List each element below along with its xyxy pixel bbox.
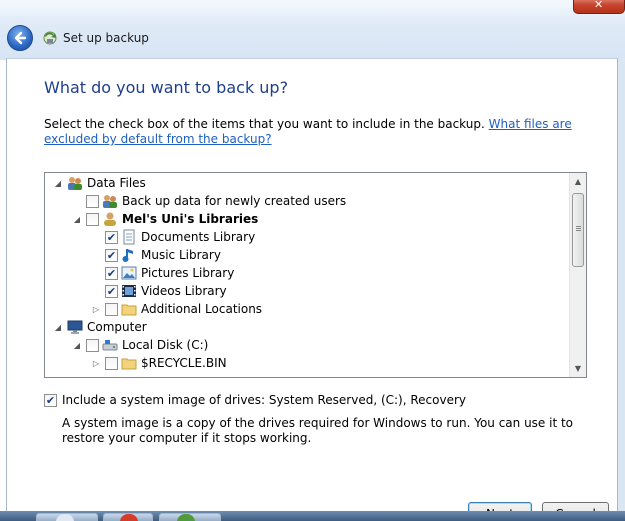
close-icon: ✕ <box>594 0 604 11</box>
backup-app-icon <box>41 30 59 46</box>
videos-library-icon <box>121 283 137 299</box>
tree-item-label: Computer <box>87 320 147 334</box>
expanded-arrow-icon[interactable]: ◢ <box>53 178 63 188</box>
taskbar-browser-icon <box>120 514 138 521</box>
documents-library-icon <box>121 229 137 245</box>
system-image-label: Include a system image of drives: System… <box>62 393 467 407</box>
tree-item[interactable]: ✔ Pictures Library <box>91 264 234 282</box>
backup-items-tree[interactable]: ◢ Data Files Back up data for newly create… <box>44 172 587 378</box>
tree-item[interactable]: Back up data for newly created users <box>72 192 346 210</box>
tree-item-checkbox[interactable] <box>86 212 99 226</box>
pictures-library-icon <box>121 265 137 281</box>
window-title: Set up backup <box>63 31 149 45</box>
tree-item-label: Data Files <box>87 176 146 190</box>
taskbar-backup-icon <box>177 514 195 521</box>
scroll-thumb[interactable] <box>572 193 584 267</box>
scroll-down-icon[interactable]: ▼ <box>570 360 586 377</box>
tree-item[interactable]: ◢ Data Files <box>53 174 146 192</box>
tree-item-checkbox[interactable]: ✔ <box>105 230 118 244</box>
window-frame-right <box>618 58 625 521</box>
window-titlebar <box>0 0 625 60</box>
collapsed-arrow-icon[interactable]: ▷ <box>91 304 101 314</box>
tree-item-checkbox[interactable] <box>86 194 99 208</box>
titlebar-glass <box>0 0 625 16</box>
tree-item-label: $RECYCLE.BIN <box>141 356 227 370</box>
tree-item[interactable]: ▷ $RECYCLE.BIN <box>91 354 227 372</box>
folder-icon <box>121 355 137 371</box>
instruction-label: Select the check box of the items that y… <box>44 117 485 131</box>
scroll-up-icon[interactable]: ▲ <box>570 173 586 190</box>
instruction-text: Select the check box of the items that y… <box>44 117 604 147</box>
tree-item-label: Back up data for newly created users <box>122 194 347 208</box>
tree-item-label: Pictures Library <box>141 266 235 280</box>
tree-item[interactable]: ◢ Computer <box>53 318 147 336</box>
taskbar-explorer-icon <box>56 514 74 521</box>
computer-icon <box>67 319 83 335</box>
tree-scrollbar[interactable]: ▲ ▼ <box>569 173 586 377</box>
page-title: What do you want to back up? <box>44 78 289 97</box>
tree-item-label: Videos Library <box>141 284 227 298</box>
folder-icon <box>121 301 137 317</box>
back-arrow-icon <box>14 31 27 45</box>
tree-item[interactable]: ◢ Mel's Uni's Libraries <box>72 210 258 228</box>
tree-item[interactable]: ✔ Music Library <box>91 246 221 264</box>
tree-item-label: Mel's Uni's Libraries <box>122 212 259 226</box>
expanded-arrow-icon[interactable]: ◢ <box>72 214 82 224</box>
tree-item-checkbox[interactable] <box>105 302 118 316</box>
expanded-arrow-icon[interactable]: ◢ <box>72 340 82 350</box>
tree-item-checkbox[interactable]: ✔ <box>105 266 118 280</box>
tree-item-checkbox[interactable]: ✔ <box>105 284 118 298</box>
system-image-option[interactable]: ✔ Include a system image of drives: Syst… <box>44 393 466 407</box>
tree-item-checkbox[interactable] <box>86 338 99 352</box>
close-button[interactable]: ✕ <box>573 0 625 14</box>
expanded-arrow-icon[interactable]: ◢ <box>53 322 63 332</box>
tree-item[interactable]: ✔ Documents Library <box>91 228 255 246</box>
tree-item-label: Documents Library <box>141 230 256 244</box>
system-image-checkbox[interactable]: ✔ <box>44 393 57 407</box>
users-icon <box>67 175 83 191</box>
tree-item-checkbox[interactable] <box>105 356 118 370</box>
collapsed-arrow-icon[interactable]: ▷ <box>91 358 101 368</box>
user-icon <box>102 211 118 227</box>
tree-item-label: Additional Locations <box>141 302 263 316</box>
users-icon <box>102 193 118 209</box>
tree-item-label: Local Disk (C:) <box>122 338 209 352</box>
back-button[interactable] <box>7 25 33 51</box>
tree-item[interactable]: ◢ Local Disk (C:) <box>72 336 208 354</box>
system-image-description: A system image is a copy of the drives r… <box>62 416 574 445</box>
disk-icon <box>102 337 118 353</box>
tree-item-label: Music Library <box>141 248 221 262</box>
tree-item-checkbox[interactable]: ✔ <box>105 248 118 262</box>
tree-item[interactable]: ✔ Videos Library <box>91 282 227 300</box>
music-library-icon <box>121 247 137 263</box>
tree-item[interactable]: ▷ Additional Locations <box>91 300 262 318</box>
